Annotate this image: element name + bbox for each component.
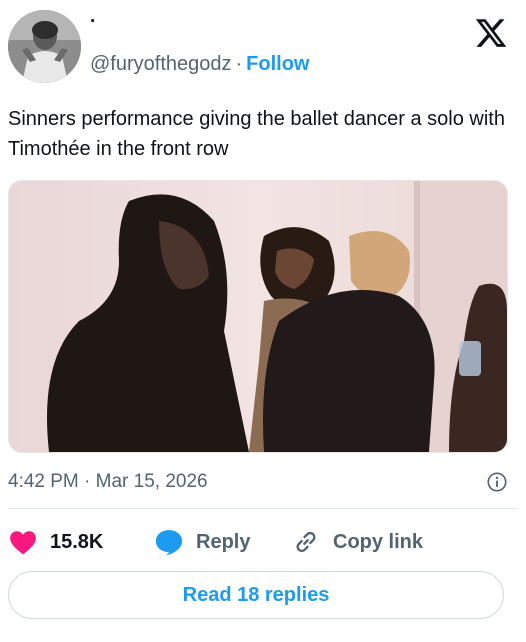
heart-icon <box>8 528 38 556</box>
info-icon[interactable] <box>486 471 508 493</box>
x-logo-icon[interactable] <box>474 16 508 50</box>
reply-button[interactable]: Reply <box>154 526 250 558</box>
separator-dot: · <box>235 53 243 75</box>
follow-button[interactable]: Follow <box>246 53 309 75</box>
action-bar: 15.8K Reply Copy link <box>8 526 518 558</box>
copy-link-button[interactable]: Copy link <box>291 526 423 558</box>
tweet-text: Sinners performance giving the ballet da… <box>8 108 505 160</box>
timestamp[interactable]: 4:42 PM · Mar 15, 2026 <box>8 471 208 492</box>
user-handle[interactable]: @furyofthegodz <box>90 53 232 75</box>
divider <box>8 508 518 509</box>
post-header: · @furyofthegodz · Follow <box>8 8 518 86</box>
display-name[interactable]: · <box>90 12 96 32</box>
reply-bubble-icon <box>154 528 184 556</box>
copy-link-label: Copy link <box>333 530 424 553</box>
link-icon <box>291 528 321 556</box>
video-media[interactable] <box>8 180 508 453</box>
reply-label: Reply <box>196 530 251 553</box>
read-replies-button[interactable]: Read 18 replies <box>8 571 504 619</box>
handle-line: @furyofthegodz · Follow <box>90 52 310 76</box>
timestamp-row: 4:42 PM · Mar 15, 2026 <box>8 470 520 494</box>
like-button[interactable]: 15.8K <box>8 526 103 558</box>
likes-count: 15.8K <box>50 530 104 553</box>
avatar[interactable] <box>8 10 81 83</box>
